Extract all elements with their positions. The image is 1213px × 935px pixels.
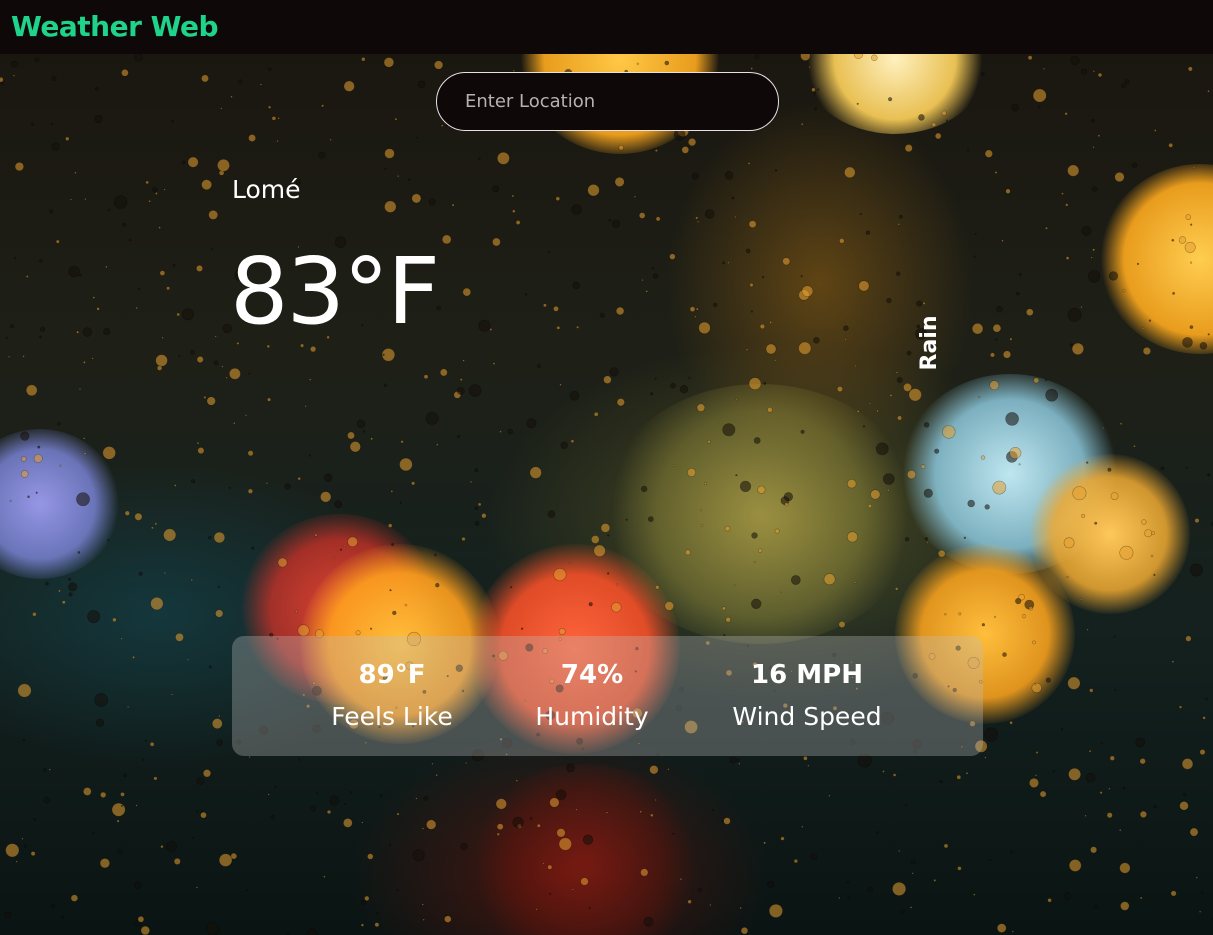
top-navbar: Weather Web [0, 0, 1213, 54]
feels-like-value: 89°F [358, 660, 426, 690]
background-rain-photo [0, 54, 1213, 935]
weather-stats-panel: 89°F Feels Like 74% Humidity 16 MPH Wind… [232, 636, 983, 756]
city-name: Lomé [232, 175, 301, 204]
brand-logo[interactable]: Weather Web [11, 9, 219, 45]
location-search-input[interactable] [436, 72, 779, 131]
humidity-label: Humidity [535, 702, 649, 731]
feels-like-stat: 89°F Feels Like [331, 658, 453, 734]
weather-condition: Rain [917, 315, 942, 371]
feels-like-label: Feels Like [331, 702, 453, 731]
humidity-value: 74% [560, 660, 624, 690]
current-temperature: 83°F [230, 238, 440, 345]
humidity-stat: 74% Humidity [535, 658, 648, 734]
wind-speed-label: Wind Speed [732, 702, 882, 731]
wind-speed-value: 16 MPH [751, 660, 863, 690]
wind-speed-stat: 16 MPH Wind Speed [732, 658, 881, 734]
raindrops-layer [0, 54, 1213, 935]
